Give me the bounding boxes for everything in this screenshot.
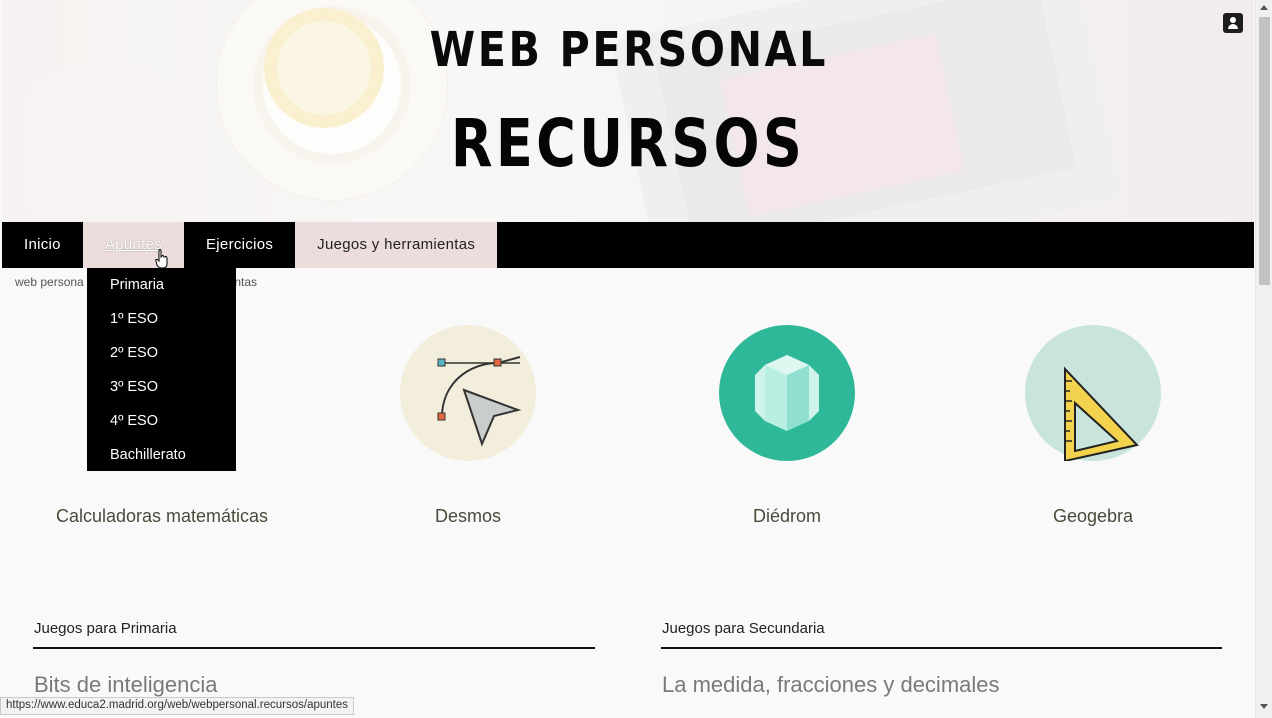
main-nav: Inicio Apuntes Ejercicios Juegos y herra… xyxy=(2,222,1254,268)
scroll-up-icon[interactable] xyxy=(1260,5,1268,10)
tile-label[interactable]: Diédrom xyxy=(637,506,937,527)
dropdown-item-3-eso[interactable]: 3º ESO xyxy=(87,370,236,404)
site-title-main: RECURSOS xyxy=(450,105,806,182)
site-title-top: WEB PERSONAL xyxy=(429,22,829,78)
section-divider xyxy=(661,647,1222,649)
breadcrumb-start[interactable]: web persona xyxy=(15,275,84,289)
tile-label[interactable]: Calculadoras matemáticas xyxy=(12,506,312,527)
scroll-down-icon[interactable] xyxy=(1260,704,1268,709)
apuntes-dropdown: Primaria 1º ESO 2º ESO 3º ESO 4º ESO Bac… xyxy=(87,268,236,471)
tile-label[interactable]: Desmos xyxy=(318,506,618,527)
nav-ejercicios[interactable]: Ejercicios xyxy=(184,222,295,268)
user-icon[interactable] xyxy=(1223,13,1243,33)
dropdown-item-2-eso[interactable]: 2º ESO xyxy=(87,336,236,370)
dropdown-item-primaria[interactable]: Primaria xyxy=(87,268,236,302)
hexagonal-prism-icon xyxy=(719,325,855,461)
nav-inicio[interactable]: Inicio xyxy=(2,222,83,268)
bezier-curve-icon xyxy=(400,325,536,461)
dropdown-item-4-eso[interactable]: 4º ESO xyxy=(87,404,236,438)
tile-desmos[interactable]: Desmos xyxy=(318,325,618,526)
section-title-secundaria: Juegos para Secundaria xyxy=(662,620,825,637)
nav-juegos-herramientas[interactable]: Juegos y herramientas xyxy=(295,222,498,268)
tile-diedrom[interactable]: Diédrom xyxy=(637,325,937,526)
tile-label[interactable]: Geogebra xyxy=(943,506,1243,527)
set-square-icon xyxy=(1025,325,1161,461)
dropdown-item-bachillerato[interactable]: Bachillerato xyxy=(87,438,236,472)
section-title-primaria: Juegos para Primaria xyxy=(34,620,177,637)
status-url: https://www.educa2.madrid.org/web/webper… xyxy=(0,697,354,715)
dropdown-item-1-eso[interactable]: 1º ESO xyxy=(87,302,236,336)
section-link-bits[interactable]: Bits de inteligencia xyxy=(34,672,217,698)
section-divider xyxy=(33,647,595,649)
hand-cursor-icon xyxy=(155,249,168,269)
vertical-scrollbar[interactable] xyxy=(1255,0,1272,718)
breadcrumb: web persona mientas xyxy=(15,275,257,289)
scroll-thumb[interactable] xyxy=(1259,17,1270,285)
section-link-medida[interactable]: La medida, fracciones y decimales xyxy=(662,672,1000,698)
tile-geogebra[interactable]: Geogebra xyxy=(943,325,1243,526)
header-banner: WEB PERSONAL RECURSOS xyxy=(2,0,1254,222)
